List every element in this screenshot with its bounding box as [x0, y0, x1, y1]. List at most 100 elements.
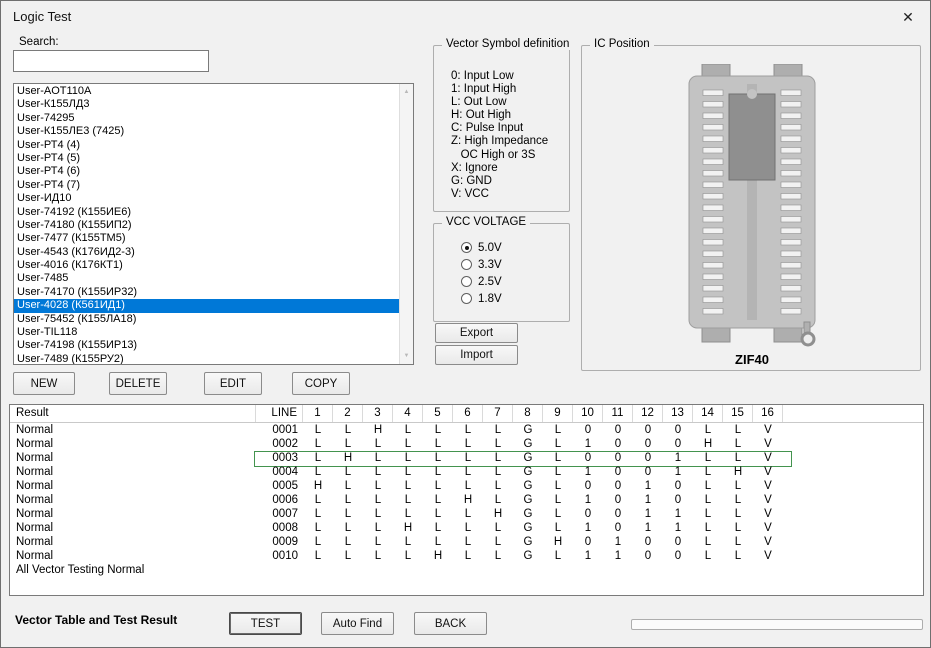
vector-cell: L — [363, 465, 393, 479]
vector-cell: L — [723, 437, 753, 451]
vector-symbol-title: Vector Symbol definition — [442, 38, 573, 50]
result-table-header: Result LINE 1 2 3 4 5 6 7 8 — [10, 405, 923, 423]
vector-cell: H — [483, 507, 513, 521]
vector-cell: 0 — [603, 507, 633, 521]
vector-cell: H — [693, 437, 723, 451]
list-scrollbar[interactable]: ▲ ▼ — [399, 84, 413, 364]
row-line: 0003 — [256, 451, 303, 465]
vector-cell: L — [333, 437, 363, 451]
device-list-item[interactable]: User-TIL118 — [14, 326, 399, 339]
vector-cell: G — [513, 493, 543, 507]
device-list-item[interactable]: User-7485 — [14, 272, 399, 285]
vector-cell: L — [393, 451, 423, 465]
vector-cell: G — [513, 549, 543, 563]
vcc-options: 5.0V 3.3V 2.5V 1.8V — [461, 241, 502, 305]
row-result: Normal — [10, 549, 256, 563]
device-list-item[interactable]: User-ИД10 — [14, 192, 399, 205]
test-button[interactable]: TEST — [229, 612, 302, 635]
device-list-item[interactable]: User-К155ЛЕ3 (7425) — [14, 125, 399, 138]
vector-cell: L — [393, 479, 423, 493]
vcc-option-label: 3.3V — [478, 259, 502, 271]
vector-cell: G — [513, 437, 543, 451]
device-list-item[interactable]: User-7477 (К155ТМ5) — [14, 232, 399, 245]
scroll-up-icon[interactable]: ▲ — [400, 85, 413, 99]
vector-cell: 0 — [633, 437, 663, 451]
import-button[interactable]: Import — [435, 345, 518, 365]
vcc-option[interactable]: 2.5V — [461, 275, 502, 288]
vcc-voltage-title: VCC VOLTAGE — [442, 216, 530, 228]
row-cells: LLLLLHLGL1010LLV — [303, 493, 783, 507]
result-table-body: Normal 0001 LLHLLLLGL0000LLV Normal 0002… — [10, 423, 923, 577]
device-list-item[interactable]: User-4543 (К176ИД2-3) — [14, 246, 399, 259]
device-list-item[interactable]: User-74192 (К155ИЕ6) — [14, 206, 399, 219]
device-list-item[interactable]: User-AOT110A — [14, 85, 399, 98]
header-pin-number: 1 — [303, 405, 333, 422]
close-icon[interactable]: ✕ — [895, 6, 921, 28]
vector-cell: G — [513, 521, 543, 535]
vector-cell: 1 — [603, 535, 633, 549]
device-list-item[interactable]: User-74180 (К155ИП2) — [14, 219, 399, 232]
row-result: Normal — [10, 507, 256, 521]
device-list-item[interactable]: User-РТ4 (4) — [14, 139, 399, 152]
table-row[interactable]: Normal 0009 LLLLLLLGH0100LLV — [10, 535, 923, 549]
table-row[interactable]: Normal 0006 LLLLLHLGL1010LLV — [10, 493, 923, 507]
device-list-item[interactable]: User-РТ4 (6) — [14, 165, 399, 178]
device-list-item[interactable]: User-РТ4 (7) — [14, 179, 399, 192]
device-list-item[interactable]: User-РТ4 (5) — [14, 152, 399, 165]
vector-cell: L — [483, 423, 513, 437]
new-button[interactable]: NEW — [13, 372, 75, 395]
export-button[interactable]: Export — [435, 323, 518, 343]
table-row[interactable]: Normal 0007 LLLLLLHGL0011LLV — [10, 507, 923, 521]
device-list-item[interactable]: User-74170 (К155ИР32) — [14, 286, 399, 299]
device-list-item[interactable]: User-К155ЛД3 — [14, 98, 399, 111]
vector-cell: H — [423, 549, 453, 563]
search-input[interactable] — [13, 50, 209, 72]
table-row[interactable]: Normal 0004 LLLLLLLGL1001LHV — [10, 465, 923, 479]
vcc-option[interactable]: 1.8V — [461, 292, 502, 305]
edit-button[interactable]: EDIT — [204, 372, 262, 395]
vector-cell: L — [453, 535, 483, 549]
table-row[interactable]: Normal 0003 LHLLLLLGL0001LLV — [10, 451, 923, 465]
vector-cell: L — [393, 423, 423, 437]
header-pin-number: 10 — [573, 405, 603, 422]
vcc-option[interactable]: 5.0V — [461, 241, 502, 254]
vcc-option[interactable]: 3.3V — [461, 258, 502, 271]
vector-cell: L — [363, 479, 393, 493]
table-row[interactable]: Normal 0008 LLLHLLLGL1011LLV — [10, 521, 923, 535]
vector-cell: L — [363, 507, 393, 521]
vector-cell: L — [423, 451, 453, 465]
vector-cell: 1 — [633, 507, 663, 521]
row-line: 0002 — [256, 437, 303, 451]
row-cells: HLLLLLLGL0010LLV — [303, 479, 783, 493]
vector-cell: 0 — [663, 549, 693, 563]
row-line: 0009 — [256, 535, 303, 549]
device-list-item[interactable]: User-75452 (К155ЛА18) — [14, 313, 399, 326]
vector-cell: L — [363, 437, 393, 451]
back-button[interactable]: BACK — [414, 612, 487, 635]
vector-cell: 0 — [663, 493, 693, 507]
delete-button[interactable]: DELETE — [109, 372, 167, 395]
device-list-item[interactable]: User-74295 — [14, 112, 399, 125]
vcc-option-label: 2.5V — [478, 276, 502, 288]
device-list-item[interactable]: User-7489 (К155РУ2) — [14, 353, 399, 365]
device-list-item[interactable]: User-4016 (К176КТ1) — [14, 259, 399, 272]
device-list-item[interactable]: User-74198 (К155ИР13) — [14, 339, 399, 352]
table-row[interactable]: All Vector Testing Normal — [10, 563, 923, 577]
vector-cell: H — [723, 465, 753, 479]
zif-socket-label: ZIF40 — [677, 352, 827, 367]
header-pin-number: 16 — [753, 405, 783, 422]
table-row[interactable]: Normal 0005 HLLLLLLGL0010LLV — [10, 479, 923, 493]
auto-find-button[interactable]: Auto Find — [321, 612, 394, 635]
vector-cell: L — [423, 479, 453, 493]
vector-cell: L — [423, 437, 453, 451]
copy-button[interactable]: COPY — [292, 372, 350, 395]
vector-cell: L — [693, 451, 723, 465]
vector-cell: L — [303, 535, 333, 549]
table-row[interactable]: Normal 0001 LLHLLLLGL0000LLV — [10, 423, 923, 437]
device-list-item[interactable]: User-4028 (К561ИД1) — [14, 299, 399, 312]
scroll-down-icon[interactable]: ▼ — [400, 349, 413, 363]
vector-cell: H — [303, 479, 333, 493]
table-row[interactable]: Normal 0002 LLLLLLLGL1000HLV — [10, 437, 923, 451]
table-row[interactable]: Normal 0010 LLLLHLLGL1100LLV — [10, 549, 923, 563]
vector-cell: L — [483, 451, 513, 465]
